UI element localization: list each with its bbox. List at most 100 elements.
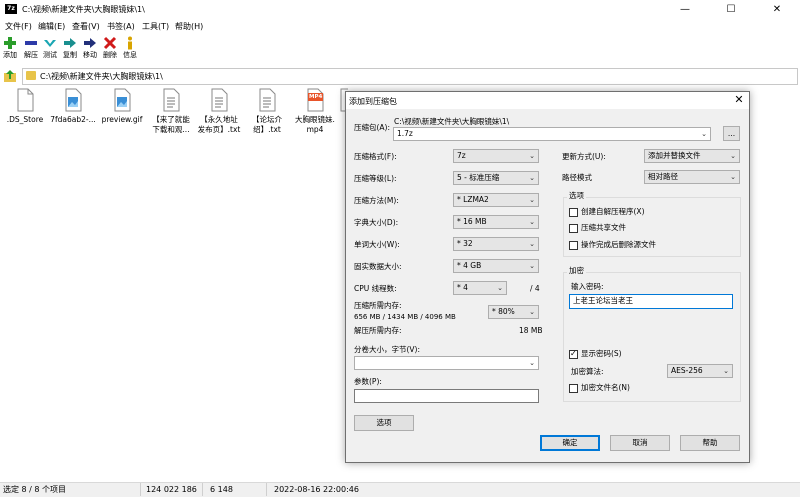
cpu-label: CPU 线程数: bbox=[354, 284, 397, 293]
toolbar-info-label: 信息 bbox=[123, 51, 137, 59]
dict-combo[interactable]: * 16 MB ⌄ bbox=[453, 215, 539, 229]
params-input[interactable] bbox=[354, 389, 539, 403]
image-file-icon bbox=[63, 88, 83, 112]
cpu-combo[interactable]: * 4 ⌄ bbox=[453, 281, 507, 295]
address-path: C:\视频\新建文件夹\大胸眼镜妹\1\ bbox=[40, 72, 163, 81]
file-name: 【永久地址 发布页】.txt bbox=[197, 115, 241, 134]
encrypt-filenames-checkbox[interactable] bbox=[569, 384, 578, 393]
options-button[interactable]: 选项 bbox=[354, 415, 414, 431]
archive-name-value: 1.7z bbox=[397, 129, 413, 138]
status-size: 124 022 186 bbox=[146, 485, 197, 494]
window-title: C:\视频\新建文件夹\大胸眼镜妹\1\ bbox=[22, 5, 145, 14]
ok-button[interactable]: 确定 bbox=[540, 435, 600, 451]
status-packed: 6 148 bbox=[210, 485, 233, 494]
solid-label: 固实数据大小: bbox=[354, 262, 402, 271]
mem-decomp-value: 18 MB bbox=[519, 326, 543, 335]
method-value: * LZMA2 bbox=[457, 195, 489, 204]
toolbar-test-button[interactable]: 测试 bbox=[40, 36, 60, 64]
menu-tools[interactable]: 工具(T) bbox=[142, 20, 169, 34]
mem-decomp-label: 解压所需内存: bbox=[354, 326, 402, 335]
dialog-close-button[interactable]: ✕ bbox=[732, 93, 746, 107]
up-arrow-icon bbox=[4, 70, 16, 82]
solid-combo[interactable]: * 4 GB ⌄ bbox=[453, 259, 539, 273]
folder-up-button[interactable] bbox=[3, 69, 17, 83]
shared-label: 压缩共享文件 bbox=[581, 223, 626, 232]
shared-checkbox[interactable] bbox=[569, 224, 578, 233]
file-name: 7fda6ab2-... bbox=[50, 115, 96, 124]
minimize-button[interactable]: — bbox=[662, 0, 708, 19]
show-password-label: 显示密码(S) bbox=[581, 349, 622, 358]
file-item[interactable]: 【永久地址 发布页】.txt bbox=[194, 88, 244, 135]
password-input[interactable]: 上老王论坛当老王 bbox=[569, 294, 733, 309]
plus-icon bbox=[4, 37, 16, 49]
format-combo[interactable]: 7z ⌄ bbox=[453, 149, 539, 163]
file-item[interactable]: 7fda6ab2-... bbox=[48, 88, 98, 125]
info-icon bbox=[128, 36, 132, 50]
delete-after-checkbox[interactable] bbox=[569, 241, 578, 250]
path-mode-label: 路径模式 bbox=[562, 173, 592, 182]
close-button[interactable]: ✕ bbox=[754, 0, 800, 19]
chevron-down-icon: ⌄ bbox=[529, 196, 535, 204]
delete-x-icon bbox=[103, 36, 117, 50]
params-label: 参数(P): bbox=[354, 377, 382, 386]
dialog-title: 添加到压缩包 bbox=[349, 97, 397, 106]
solid-value: * 4 GB bbox=[457, 261, 482, 270]
mem-percent-combo[interactable]: * 80% ⌄ bbox=[488, 305, 539, 319]
chevron-down-icon: ⌄ bbox=[529, 240, 535, 248]
toolbar-delete-button[interactable]: 删除 bbox=[100, 36, 120, 64]
browse-button[interactable]: ... bbox=[723, 126, 740, 141]
toolbar-extract-label: 解压 bbox=[24, 51, 38, 59]
toolbar-extract-button[interactable]: 解压 bbox=[21, 36, 41, 64]
toolbar-info-button[interactable]: 信息 bbox=[120, 36, 140, 64]
maximize-button[interactable]: ☐ bbox=[708, 0, 754, 19]
chevron-down-icon: ⌄ bbox=[529, 152, 535, 160]
level-combo[interactable]: 5 - 标准压缩 ⌄ bbox=[453, 171, 539, 185]
chevron-down-icon: ⌄ bbox=[730, 173, 736, 181]
delete-after-label: 操作完成后删除源文件 bbox=[581, 240, 656, 249]
dict-value: * 16 MB bbox=[457, 217, 487, 226]
file-name: .DS_Store bbox=[6, 115, 44, 124]
toolbar-move-button[interactable]: 移动 bbox=[80, 36, 100, 64]
toolbar-test-label: 测试 bbox=[43, 51, 57, 59]
file-item[interactable]: 【论坛介 绍】.txt bbox=[242, 88, 292, 135]
file-item[interactable]: preview.gif bbox=[97, 88, 147, 125]
menu-view[interactable]: 查看(V) bbox=[72, 20, 100, 34]
menu-file[interactable]: 文件(F) bbox=[5, 20, 32, 34]
cancel-button[interactable]: 取消 bbox=[610, 435, 670, 451]
toolbar-add-button[interactable]: 添加 bbox=[0, 36, 20, 64]
toolbar-copy-button[interactable]: 复制 bbox=[60, 36, 80, 64]
enc-method-value: AES-256 bbox=[671, 366, 703, 375]
enc-method-label: 加密算法: bbox=[571, 367, 604, 376]
file-item[interactable]: .DS_Store bbox=[0, 88, 50, 125]
update-label: 更新方式(U): bbox=[562, 152, 606, 161]
help-button[interactable]: 帮助 bbox=[680, 435, 740, 451]
split-combo[interactable]: ⌄ bbox=[354, 356, 539, 370]
menu-edit[interactable]: 编辑(E) bbox=[38, 20, 65, 34]
archive-name-combo[interactable]: 1.7z ⌄ bbox=[393, 127, 711, 141]
file-item[interactable]: MP4 大胸眼镜妹. mp4 bbox=[290, 88, 340, 135]
show-password-checkbox[interactable] bbox=[569, 349, 578, 359]
mem-percent-value: * 80% bbox=[492, 307, 515, 316]
file-item[interactable]: 【来了就能 下载和观... bbox=[146, 88, 196, 135]
status-separator bbox=[202, 483, 203, 496]
chevron-down-icon: ⌄ bbox=[497, 284, 503, 292]
encryption-group-title: 加密 bbox=[567, 266, 586, 276]
chevron-down-icon: ⌄ bbox=[730, 152, 736, 160]
encrypt-filenames-label: 加密文件名(N) bbox=[581, 383, 630, 392]
path-mode-combo[interactable]: 相对路径 ⌄ bbox=[644, 170, 740, 184]
method-combo[interactable]: * LZMA2 ⌄ bbox=[453, 193, 539, 207]
archive-path: C:\视频\新建文件夹\大胸眼镜妹\1\ bbox=[394, 117, 510, 126]
file-name: 【来了就能 下载和观... bbox=[152, 115, 190, 134]
chevron-down-icon: ⌄ bbox=[529, 308, 535, 316]
sfx-checkbox[interactable] bbox=[569, 208, 578, 217]
update-combo[interactable]: 添加并替换文件 ⌄ bbox=[644, 149, 740, 163]
menu-help[interactable]: 帮助(H) bbox=[175, 20, 203, 34]
mem-comp-value: 656 MB / 1434 MB / 4096 MB bbox=[354, 313, 456, 321]
enc-method-combo[interactable]: AES-256 ⌄ bbox=[667, 364, 733, 378]
minus-icon bbox=[25, 41, 37, 45]
word-combo[interactable]: * 32 ⌄ bbox=[453, 237, 539, 251]
menu-bookmarks[interactable]: 书签(A) bbox=[107, 20, 135, 34]
chevron-down-icon: ⌄ bbox=[529, 218, 535, 226]
mp4-badge: MP4 bbox=[309, 94, 323, 100]
toolbar-move-label: 移动 bbox=[83, 51, 97, 59]
